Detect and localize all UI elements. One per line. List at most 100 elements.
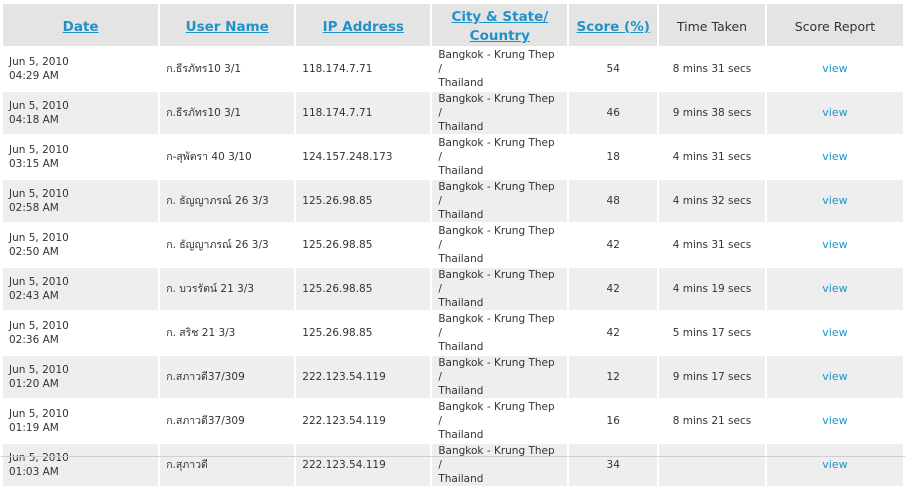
column-header-city: City & State/ Country: [432, 4, 568, 46]
city-cell: Bangkok - Krung Thep / Thailand: [432, 400, 568, 442]
country-text: Thailand: [438, 429, 484, 441]
ip-address-cell: 222.123.54.119: [296, 356, 431, 398]
date-text: Jun 5, 2010: [9, 188, 69, 200]
view-report-link[interactable]: view: [822, 282, 847, 295]
time-taken-cell: 8 mins 31 secs: [659, 48, 765, 90]
ip-address-cell: 124.157.248.173: [296, 136, 431, 178]
ip-address-text: 222.123.54.119: [302, 415, 386, 427]
ip-address-text: 125.26.98.85: [302, 327, 373, 339]
view-report-link[interactable]: view: [822, 326, 847, 339]
score-report-cell: view: [766, 92, 903, 134]
city-state-text: Bangkok - Krung Thep /: [438, 93, 555, 119]
score-text: 34: [606, 459, 620, 471]
date-text: Jun 5, 2010: [9, 408, 69, 420]
score-cell: 54: [569, 48, 658, 90]
table-row: Jun 5, 2010 02:43 AM ก. บวรรัตน์ 21 3/3 125…: [3, 268, 903, 310]
sort-date-link[interactable]: Date: [63, 19, 99, 35]
ip-address-cell: 118.174.7.71: [296, 48, 431, 90]
time-of-day-text: 02:58 AM: [9, 202, 59, 214]
ip-address-text: 125.26.98.85: [302, 239, 373, 251]
city-state-text: Bangkok - Krung Thep /: [438, 49, 555, 75]
view-report-link[interactable]: view: [822, 150, 847, 163]
country-text: Thailand: [438, 385, 484, 397]
time-taken-cell: 4 mins 32 secs: [659, 180, 765, 222]
time-taken-cell: 4 mins 31 secs: [659, 136, 765, 178]
date-cell: Jun 5, 2010 04:18 AM: [3, 92, 159, 134]
ip-address-text: 118.174.7.71: [302, 63, 373, 75]
view-report-link[interactable]: view: [822, 458, 847, 471]
time-taken-text: 4 mins 32 secs: [672, 195, 752, 207]
header-row: Date User Name IP Address City & State/ …: [3, 4, 903, 46]
table-row: Jun 5, 2010 03:15 AM ก-สุพัตรา 40 3/10 124.…: [3, 136, 903, 178]
view-report-link[interactable]: view: [822, 62, 847, 75]
city-cell: Bangkok - Krung Thep / Thailand: [432, 224, 568, 266]
city-cell: Bangkok - Krung Thep / Thailand: [432, 444, 568, 486]
table-row: Jun 5, 2010 02:58 AM ก. ธัญญาภรณ์ 26 3/3 12…: [3, 180, 903, 222]
view-report-link[interactable]: view: [822, 414, 847, 427]
date-cell: Jun 5, 2010 02:58 AM: [3, 180, 159, 222]
score-report-cell: view: [766, 312, 903, 354]
city-state-text: Bangkok - Krung Thep /: [438, 357, 555, 383]
time-of-day-text: 01:19 AM: [9, 422, 59, 434]
view-report-link[interactable]: view: [822, 238, 847, 251]
user-name-text: ก. สริช 21 3/3: [166, 327, 236, 339]
score-text: 42: [606, 239, 620, 251]
table-row: Jun 5, 2010 01:03 AM ก.สุภาวดี 222.123.54.1…: [3, 444, 903, 486]
view-report-link[interactable]: view: [822, 106, 847, 119]
score-text: 16: [606, 415, 620, 427]
user-name-cell: ก.ธีรภัทร10 3/1: [160, 92, 295, 134]
ip-address-text: 118.174.7.71: [302, 107, 373, 119]
user-name-text: ก.ธีรภัทร10 3/1: [166, 107, 242, 119]
ip-address-text: 222.123.54.119: [302, 459, 386, 471]
ip-address-cell: 125.26.98.85: [296, 224, 431, 266]
time-of-day-text: 04:29 AM: [9, 70, 59, 82]
country-text: Thailand: [438, 297, 484, 309]
time-taken-cell: 4 mins 19 secs: [659, 268, 765, 310]
user-name-text: ก. บวรรัตน์ 21 3/3: [166, 283, 255, 295]
date-cell: Jun 5, 2010 01:03 AM: [3, 444, 159, 486]
column-header-user: User Name: [160, 4, 295, 46]
score-cell: 12: [569, 356, 658, 398]
score-report-cell: view: [766, 444, 903, 486]
view-report-link[interactable]: view: [822, 194, 847, 207]
score-report-cell: view: [766, 356, 903, 398]
sort-ip-link[interactable]: IP Address: [323, 19, 404, 35]
date-text: Jun 5, 2010: [9, 100, 69, 112]
score-text: 18: [606, 151, 620, 163]
time-taken-text: 4 mins 19 secs: [672, 283, 752, 295]
time-taken-text: 8 mins 31 secs: [672, 63, 752, 75]
table-row: Jun 5, 2010 02:36 AM ก. สริช 21 3/3 125.26.…: [3, 312, 903, 354]
time-of-day-text: 04:18 AM: [9, 114, 59, 126]
city-state-text: Bangkok - Krung Thep /: [438, 225, 555, 251]
ip-address-cell: 125.26.98.85: [296, 180, 431, 222]
time-of-day-text: 01:20 AM: [9, 378, 59, 390]
column-header-report: Score Report: [766, 4, 903, 46]
date-cell: Jun 5, 2010 04:29 AM: [3, 48, 159, 90]
date-cell: Jun 5, 2010 02:50 AM: [3, 224, 159, 266]
score-text: 54: [606, 63, 620, 75]
score-report-cell: view: [766, 400, 903, 442]
column-header-score: Score (%): [569, 4, 658, 46]
date-text: Jun 5, 2010: [9, 144, 69, 156]
score-cell: 42: [569, 268, 658, 310]
sort-user-link[interactable]: User Name: [186, 19, 269, 35]
city-cell: Bangkok - Krung Thep / Thailand: [432, 268, 568, 310]
table-row: Jun 5, 2010 04:18 AM ก.ธีรภัทร10 3/1 118.17…: [3, 92, 903, 134]
score-text: 42: [606, 327, 620, 339]
user-name-text: ก.ธีรภัทร10 3/1: [166, 63, 242, 75]
sort-score-link[interactable]: Score (%): [577, 19, 650, 35]
city-state-text: Bangkok - Krung Thep /: [438, 313, 555, 339]
user-name-text: ก. ธัญญาภรณ์ 26 3/3: [166, 239, 269, 251]
city-cell: Bangkok - Krung Thep / Thailand: [432, 92, 568, 134]
ip-address-cell: 222.123.54.119: [296, 444, 431, 486]
score-cell: 42: [569, 224, 658, 266]
user-name-cell: ก. สริช 21 3/3: [160, 312, 295, 354]
time-taken-cell: 8 mins 21 secs: [659, 400, 765, 442]
view-report-link[interactable]: view: [822, 370, 847, 383]
sort-city-link[interactable]: City & State/ Country: [451, 9, 548, 44]
user-name-text: ก.สภาวดี37/309: [166, 371, 245, 383]
time-of-day-text: 02:50 AM: [9, 246, 59, 258]
time-of-day-text: 03:15 AM: [9, 158, 59, 170]
city-cell: Bangkok - Krung Thep / Thailand: [432, 48, 568, 90]
city-state-text: Bangkok - Krung Thep /: [438, 401, 555, 427]
